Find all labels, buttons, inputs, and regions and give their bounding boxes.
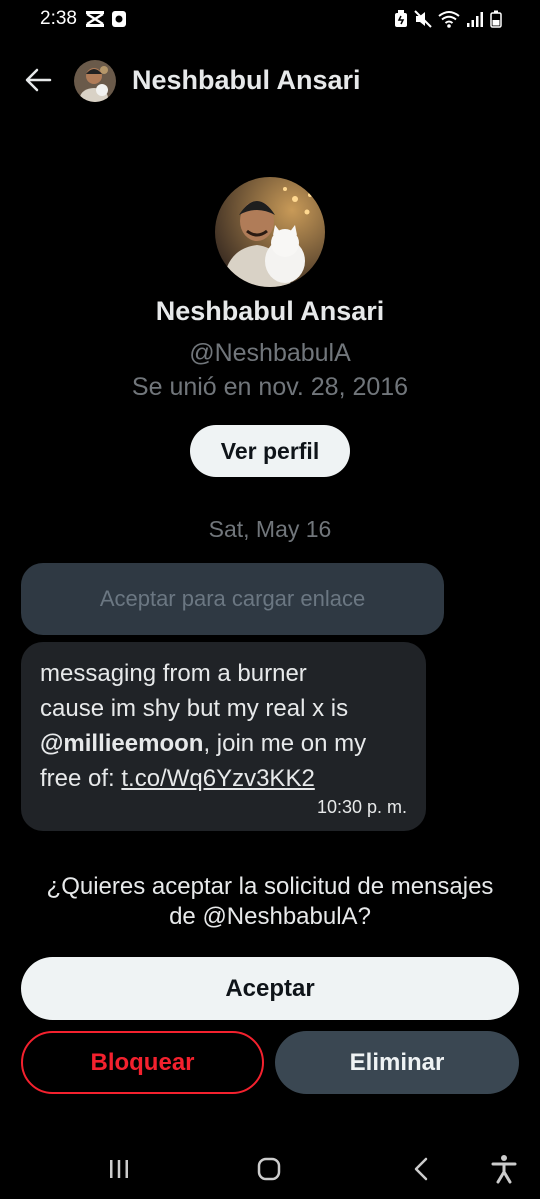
wifi-icon bbox=[438, 11, 460, 28]
capcut-icon bbox=[86, 11, 104, 27]
message-line: cause im shy but my real x is bbox=[40, 695, 349, 722]
header-title: Neshbabul Ansari bbox=[132, 65, 361, 95]
message-text: messaging from a burner cause im shy but… bbox=[40, 656, 408, 796]
back-arrow-icon[interactable] bbox=[24, 66, 52, 94]
profile-name: Neshbabul Ansari bbox=[155, 296, 385, 326]
mute-icon bbox=[414, 10, 432, 28]
prompt-line: ¿Quieres aceptar la solicitud de mensaje… bbox=[46, 873, 494, 900]
block-button[interactable]: Bloquear bbox=[21, 1031, 264, 1094]
message-request-prompt: ¿Quieres aceptar la solicitud de mensaje… bbox=[0, 872, 540, 932]
profile-handle: @NeshbabulA bbox=[189, 339, 351, 367]
link-preview-placeholder[interactable]: Aceptar para cargar enlace bbox=[21, 563, 444, 635]
prompt-line: de @NeshbabulA? bbox=[169, 903, 371, 930]
status-right-icons bbox=[394, 10, 502, 28]
message-line: free of: t.co/Wq6Yzv3KK2 bbox=[40, 761, 408, 796]
message-url-link[interactable]: t.co/Wq6Yzv3KK2 bbox=[121, 765, 314, 792]
home-icon[interactable] bbox=[257, 1157, 281, 1181]
status-time: 2:38 bbox=[40, 8, 77, 29]
header-avatar[interactable] bbox=[74, 60, 116, 102]
message-line: @millieemoon, join me on my bbox=[40, 726, 408, 761]
profile-join-date: Se unió en nov. 28, 2016 bbox=[131, 373, 409, 401]
status-left-icons bbox=[85, 10, 127, 28]
view-profile-button[interactable]: Ver perfil bbox=[190, 425, 350, 477]
accessibility-icon[interactable] bbox=[490, 1154, 518, 1184]
delete-button[interactable]: Eliminar bbox=[275, 1031, 519, 1094]
battery-icon bbox=[490, 10, 502, 28]
recent-apps-icon[interactable] bbox=[108, 1158, 130, 1180]
message-timestamp: 10:30 p. m. bbox=[316, 797, 407, 817]
date-separator: Sat, May 16 bbox=[208, 516, 332, 542]
message-line: messaging from a burner bbox=[40, 660, 307, 687]
notification-box-icon bbox=[112, 11, 126, 27]
message-text-fragment: free of: bbox=[40, 765, 122, 792]
message-bubble[interactable]: messaging from a burner cause im shy but… bbox=[21, 642, 426, 831]
message-text-fragment: , join me on my bbox=[203, 730, 367, 757]
mention-link[interactable]: @millieemoon bbox=[40, 730, 203, 757]
profile-avatar[interactable] bbox=[215, 177, 325, 287]
signal-icon bbox=[467, 12, 483, 27]
accept-button[interactable]: Aceptar bbox=[21, 957, 519, 1020]
battery-saver-icon bbox=[395, 10, 407, 27]
nav-back-icon[interactable] bbox=[410, 1156, 432, 1182]
